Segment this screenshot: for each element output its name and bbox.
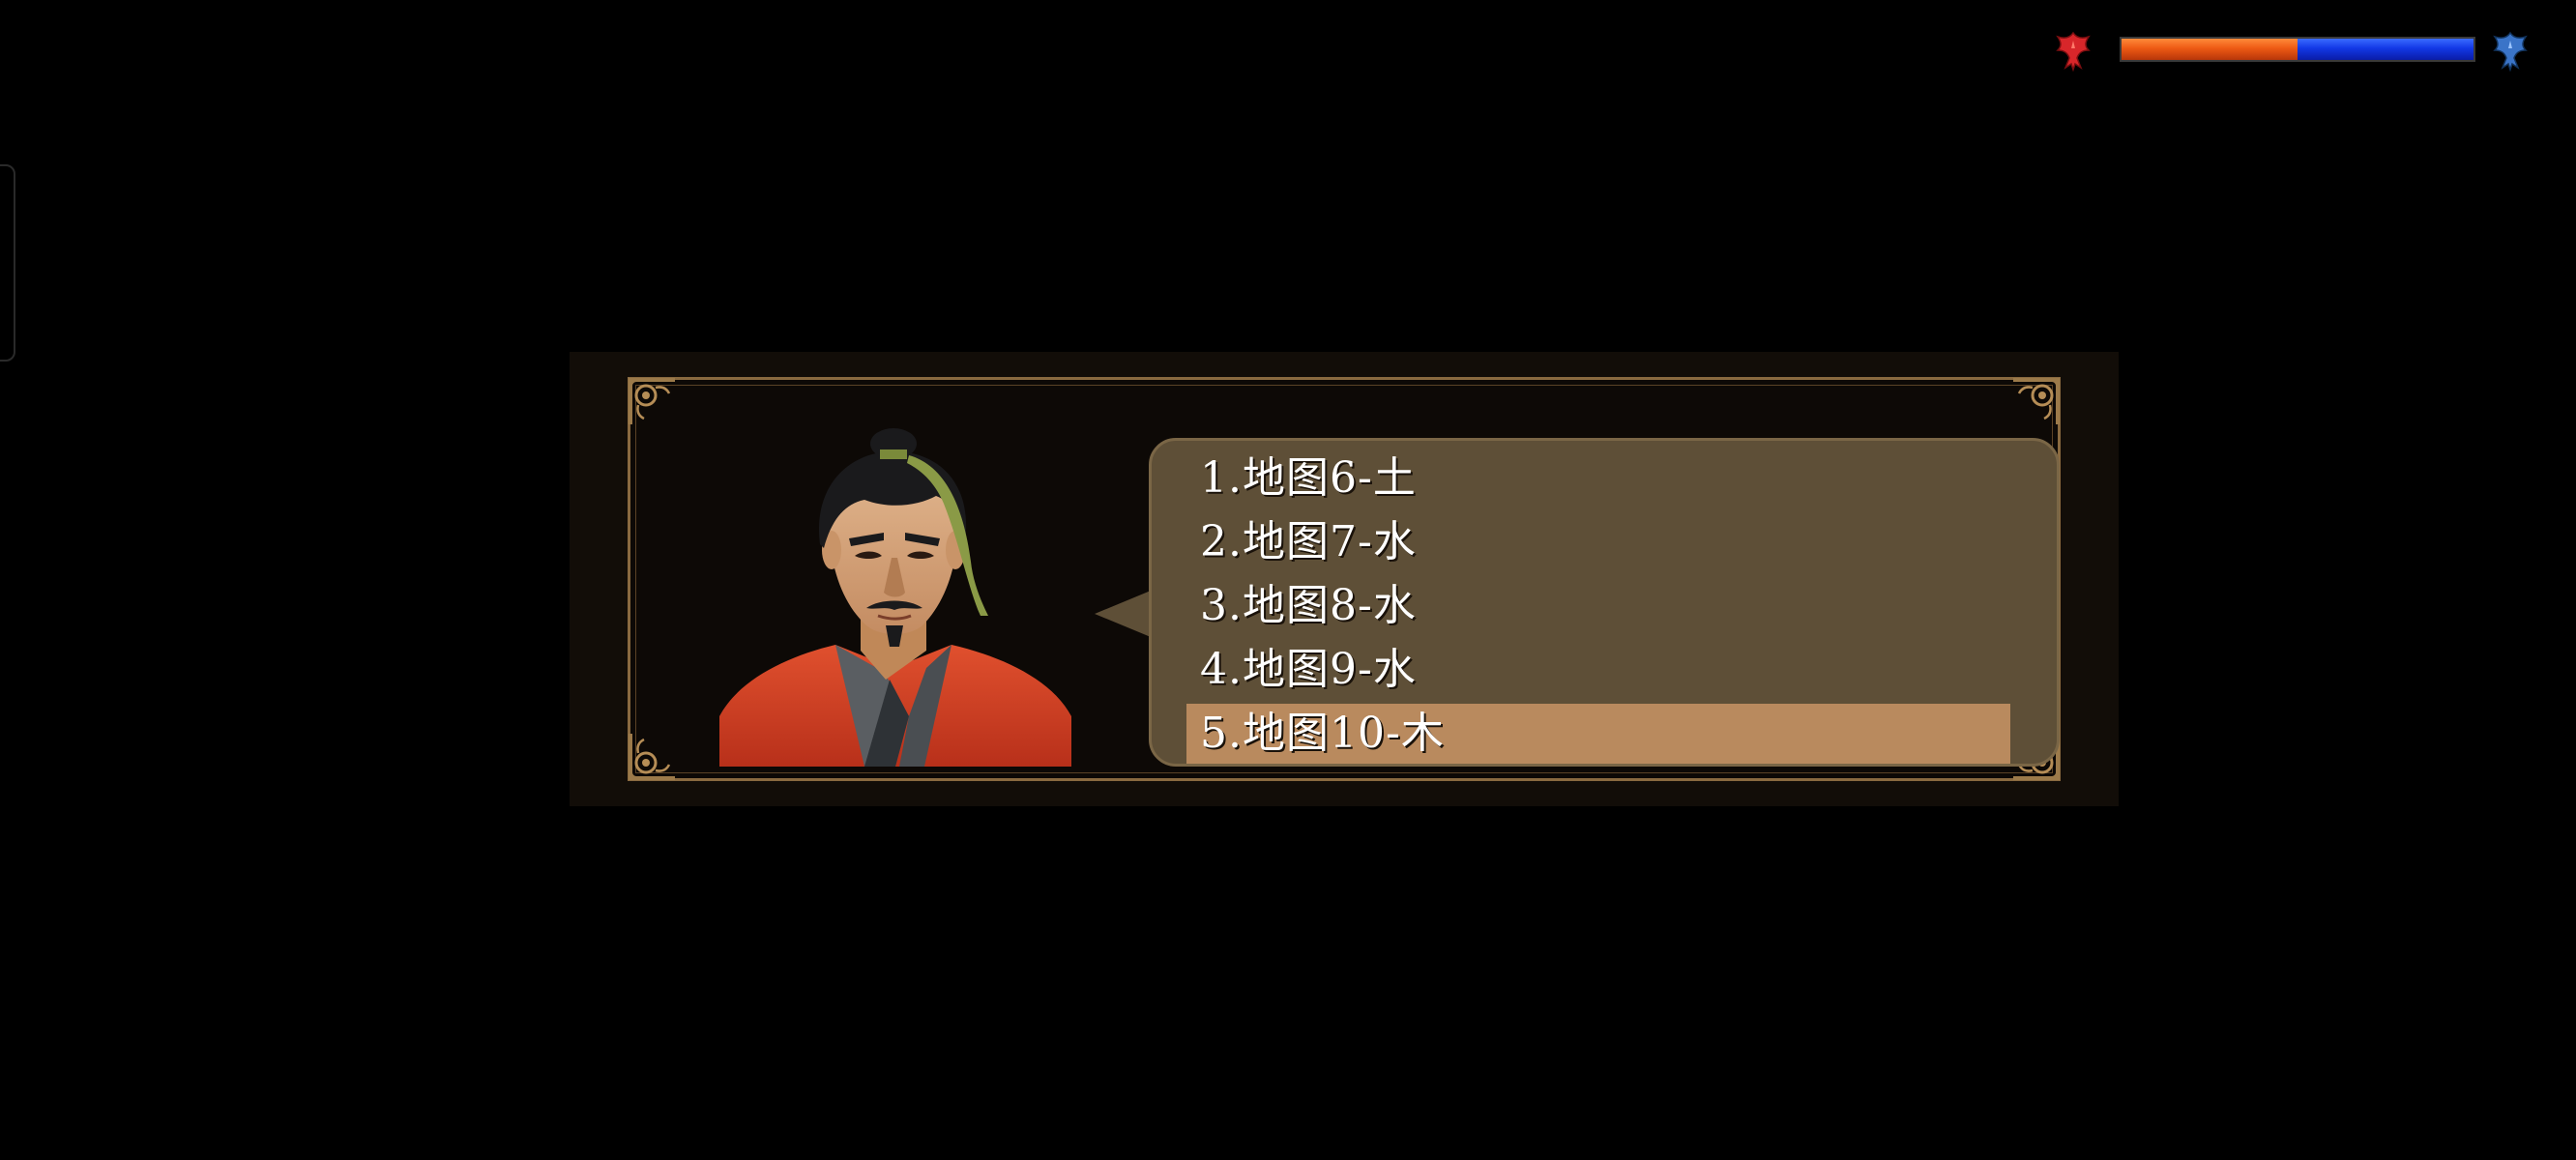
corner-ornament-icon <box>629 734 675 780</box>
blue-force-fill <box>2298 39 2474 60</box>
corner-ornament-icon <box>629 378 675 424</box>
menu-option-map-8[interactable]: 3.地图8-水 <box>1186 576 2010 636</box>
general-portrait <box>719 428 1071 767</box>
red-phoenix-icon <box>2056 31 2091 72</box>
force-balance-hud <box>2050 23 2533 77</box>
dialog-frame: 1.地图6-土 2.地图7-水 3.地图8-水 4.地图9-水 5.地图10-木 <box>628 377 2061 781</box>
menu-option-map-7[interactable]: 2.地图7-水 <box>1186 512 2010 572</box>
speech-bubble: 1.地图6-土 2.地图7-水 3.地图8-水 4.地图9-水 5.地图10-木 <box>1149 438 2060 767</box>
menu-option-map-9[interactable]: 4.地图9-水 <box>1186 640 2010 700</box>
speech-bubble-tail <box>1095 591 1151 637</box>
choice-dialog: 1.地图6-土 2.地图7-水 3.地图8-水 4.地图9-水 5.地图10-木 <box>570 352 2119 806</box>
map-choice-menu: 1.地图6-土 2.地图7-水 3.地图8-水 4.地图9-水 5.地图10-木 <box>1152 449 2057 764</box>
blue-phoenix-icon <box>2493 31 2528 72</box>
red-force-fill <box>2122 39 2298 60</box>
game-screen: 1.地图6-土 2.地图7-水 3.地图8-水 4.地图9-水 5.地图10-木 <box>0 0 2576 1160</box>
menu-option-map-6[interactable]: 1.地图6-土 <box>1186 449 2010 508</box>
force-balance-bar <box>2120 37 2475 62</box>
menu-option-map-10[interactable]: 5.地图10-木 <box>1186 704 2010 764</box>
side-drawer-tab[interactable] <box>0 164 15 362</box>
corner-ornament-icon <box>2013 378 2060 424</box>
